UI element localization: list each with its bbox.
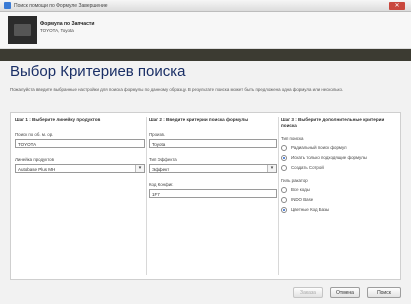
effect-type-value: Эффект (152, 167, 170, 172)
product-line-value: Autobase Plus MH (18, 167, 56, 172)
chevron-down-icon[interactable]: ▾ (267, 165, 276, 172)
color-code-input[interactable]: 1F7 (149, 189, 277, 198)
step3-heading: Шаг 3 : Выберите дополнительные критерии… (281, 117, 385, 128)
column-divider (278, 117, 279, 275)
radio-label: Все коды (291, 187, 310, 192)
cancel-button[interactable]: Отмена (330, 287, 360, 298)
header-band (0, 49, 411, 61)
app-icon (4, 2, 11, 9)
step1-heading: Шаг 1 : Выберите линейку продуктов (15, 117, 101, 122)
search-type-option[interactable]: Создать Сотрой (281, 164, 396, 171)
header-title: Формула по Запчасти (40, 21, 95, 27)
radio-button[interactable] (281, 186, 287, 193)
window-title: Поиск помощи по Формуле Завершение (14, 3, 108, 9)
search-type-option[interactable]: Искать только подходящие формулы (281, 154, 396, 161)
radio-button-selected[interactable] (281, 154, 287, 161)
product-line-select[interactable]: Autobase Plus MH ▾ (15, 164, 145, 173)
search-type-label: Тип поиска (281, 136, 304, 141)
radio-label: Искать только подходящие формулы (291, 155, 367, 160)
criteria-panel: Шаг 1 : Выберите линейку продуктов Поиск… (10, 112, 401, 280)
effect-type-label: Тип Эффекта (149, 157, 177, 162)
step3-column: Шаг 3 : Выберите дополнительные критерии… (281, 117, 396, 213)
radio-button-selected[interactable] (281, 206, 287, 213)
radio-button[interactable] (281, 144, 287, 151)
close-button[interactable]: ✕ (389, 2, 405, 10)
search-type-option[interactable]: Радиальный поиск формул (281, 144, 396, 151)
search-button-disabled[interactable]: Заказа (293, 287, 323, 298)
color-code-label: Код Конфиг. (149, 182, 174, 187)
header-subtitle: TOYOTA, Toyota (40, 28, 74, 33)
manufacturer-label: Поиск по об. м. ор. (15, 132, 54, 137)
base-type-option[interactable]: Все коды (281, 186, 396, 193)
radio-button[interactable] (281, 196, 287, 203)
base-type-option[interactable]: Цветные Код Базы (281, 206, 396, 213)
page-title: Выбор Критериев поиска (10, 63, 186, 80)
effect-type-select[interactable]: Эффект ▾ (149, 164, 277, 173)
page-description: Пожалуйста введите выбранные настройки д… (10, 87, 344, 92)
vehicle-thumbnail (8, 16, 37, 44)
make-input[interactable]: Toyota (149, 139, 277, 148)
make-label: Произв. (149, 132, 166, 137)
base-type-option[interactable]: INDO Base (281, 196, 396, 203)
column-divider (146, 117, 147, 275)
search-button[interactable]: Поиск (367, 287, 401, 298)
step2-heading: Шаг 2 : Введите критерии поиска формулы (149, 117, 249, 122)
step1-column: Шаг 1 : Выберите линейку продуктов Поиск… (15, 117, 145, 173)
radio-label: Радиальный поиск формул (291, 145, 347, 150)
radio-label: Создать Сотрой (291, 165, 324, 170)
window-titlebar: Поиск помощи по Формуле Завершение ✕ (0, 0, 411, 12)
radio-label: Цветные Код Базы (291, 207, 330, 212)
base-type-label: Гиль ракатор (281, 178, 308, 183)
step2-column: Шаг 2 : Введите критерии поиска формулы … (149, 117, 277, 198)
radio-label: INDO Base (291, 197, 314, 202)
product-line-label: Линейка продуктов (15, 157, 54, 162)
radio-button[interactable] (281, 164, 287, 171)
manufacturer-input[interactable]: TOYOTA (15, 139, 145, 148)
header-panel: Формула по Запчасти TOYOTA, Toyota (0, 12, 411, 49)
chevron-down-icon[interactable]: ▾ (135, 165, 144, 172)
